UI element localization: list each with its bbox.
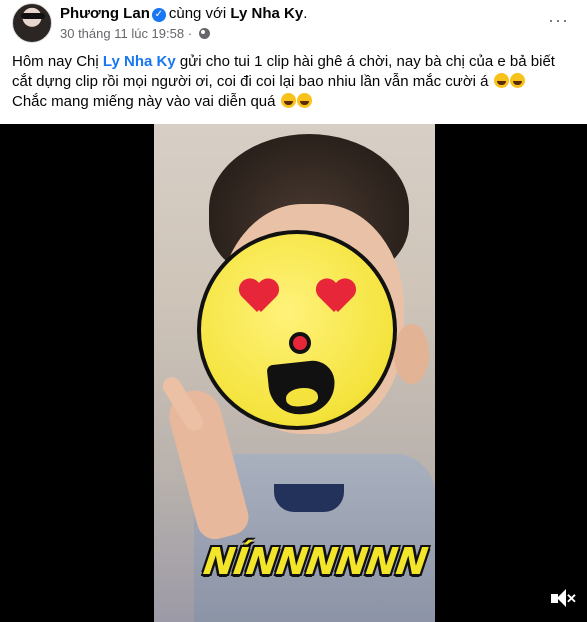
globe-icon [198,28,210,39]
tagged-user[interactable]: Ly Nha Ky [230,5,303,22]
video-player[interactable]: NÍNNNNNN ✕ [0,124,587,622]
rolling-laughing-emoji-icon [280,93,296,108]
caption-mention[interactable]: Ly Nha Ky [103,53,176,70]
caption-text-part1: Hôm nay Chị [12,53,103,70]
caption-line2: Chắc mang miếng này vào vai diễn quá [12,93,280,110]
emoji-nose [289,332,311,354]
heart-eyes-emoji-sticker [197,230,397,430]
mute-x-icon: ✕ [566,591,577,606]
tagged-suffix: . [303,5,308,22]
video-caption-overlay: NÍNNNNNN [200,540,430,583]
post-header: Phương Lan ✓ cùng với Ly Nha Ky. 30 tháng … [0,0,587,45]
emoji-mouth [266,358,338,418]
timestamp-separator: · [187,26,193,41]
more-options-button[interactable]: ··· [548,10,569,31]
heart-eye-left-icon [239,280,279,314]
speaker-muted-icon [551,589,566,607]
post-author-line: Phương Lan ✓ cùng với Ly Nha Ky. [60,5,307,22]
video-frame: NÍNNNNNN [154,124,435,622]
child-ear [394,324,429,384]
author-name[interactable]: Phương Lan [60,5,150,22]
with-label: cùng với [168,5,227,22]
post-caption: Hôm nay Chị Ly Nha Ky gửi cho tui 1 clip… [12,52,577,112]
author-avatar[interactable] [12,3,52,43]
mute-button[interactable]: ✕ [549,588,577,610]
heart-eye-right-icon [316,280,356,314]
rolling-laughing-emoji-icon [509,73,525,88]
post-timestamp[interactable]: 30 tháng 11 lúc 19:58 [60,26,184,41]
rolling-laughing-emoji-icon [296,93,312,108]
post-meta: 30 tháng 11 lúc 19:58 · [60,26,210,41]
rolling-laughing-emoji-icon [493,73,509,88]
verified-badge-icon: ✓ [151,8,166,22]
child-collar [274,484,344,512]
